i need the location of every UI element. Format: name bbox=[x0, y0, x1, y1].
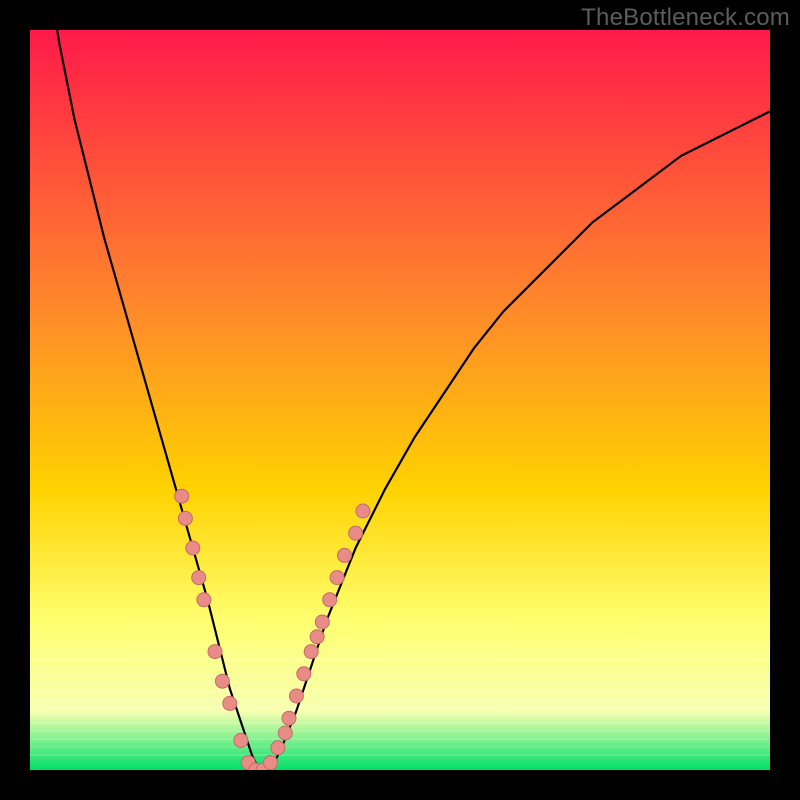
chart-frame: TheBottleneck.com bbox=[0, 0, 800, 800]
data-marker bbox=[323, 593, 337, 607]
band-line bbox=[30, 682, 770, 684]
data-marker bbox=[178, 511, 192, 525]
band-line bbox=[30, 698, 770, 700]
data-marker bbox=[208, 645, 222, 659]
data-marker bbox=[197, 593, 211, 607]
data-marker bbox=[349, 526, 363, 540]
band-line bbox=[30, 706, 770, 708]
band-line bbox=[30, 690, 770, 692]
watermark-text: TheBottleneck.com bbox=[581, 4, 790, 32]
data-marker bbox=[175, 489, 189, 503]
band-line bbox=[30, 650, 770, 652]
band-line bbox=[30, 674, 770, 676]
band-line bbox=[30, 666, 770, 668]
data-marker bbox=[330, 571, 344, 585]
data-marker bbox=[271, 741, 285, 755]
chart-svg bbox=[30, 30, 770, 770]
data-marker bbox=[264, 756, 278, 770]
band-line bbox=[30, 746, 770, 748]
data-marker bbox=[278, 726, 292, 740]
data-marker bbox=[315, 615, 329, 629]
band-line bbox=[30, 730, 770, 732]
band-line bbox=[30, 722, 770, 724]
band-line bbox=[30, 738, 770, 740]
band-line bbox=[30, 714, 770, 716]
data-marker bbox=[215, 674, 229, 688]
data-marker bbox=[192, 571, 206, 585]
data-marker bbox=[186, 541, 200, 555]
data-marker bbox=[223, 696, 237, 710]
chart-plot-area bbox=[30, 30, 770, 770]
data-marker bbox=[282, 711, 296, 725]
data-marker bbox=[297, 667, 311, 681]
data-marker bbox=[356, 504, 370, 518]
band-line bbox=[30, 658, 770, 660]
data-marker bbox=[304, 645, 318, 659]
data-marker bbox=[289, 689, 303, 703]
band-line bbox=[30, 754, 770, 756]
data-marker bbox=[310, 630, 324, 644]
data-marker bbox=[338, 548, 352, 562]
data-marker bbox=[234, 733, 248, 747]
